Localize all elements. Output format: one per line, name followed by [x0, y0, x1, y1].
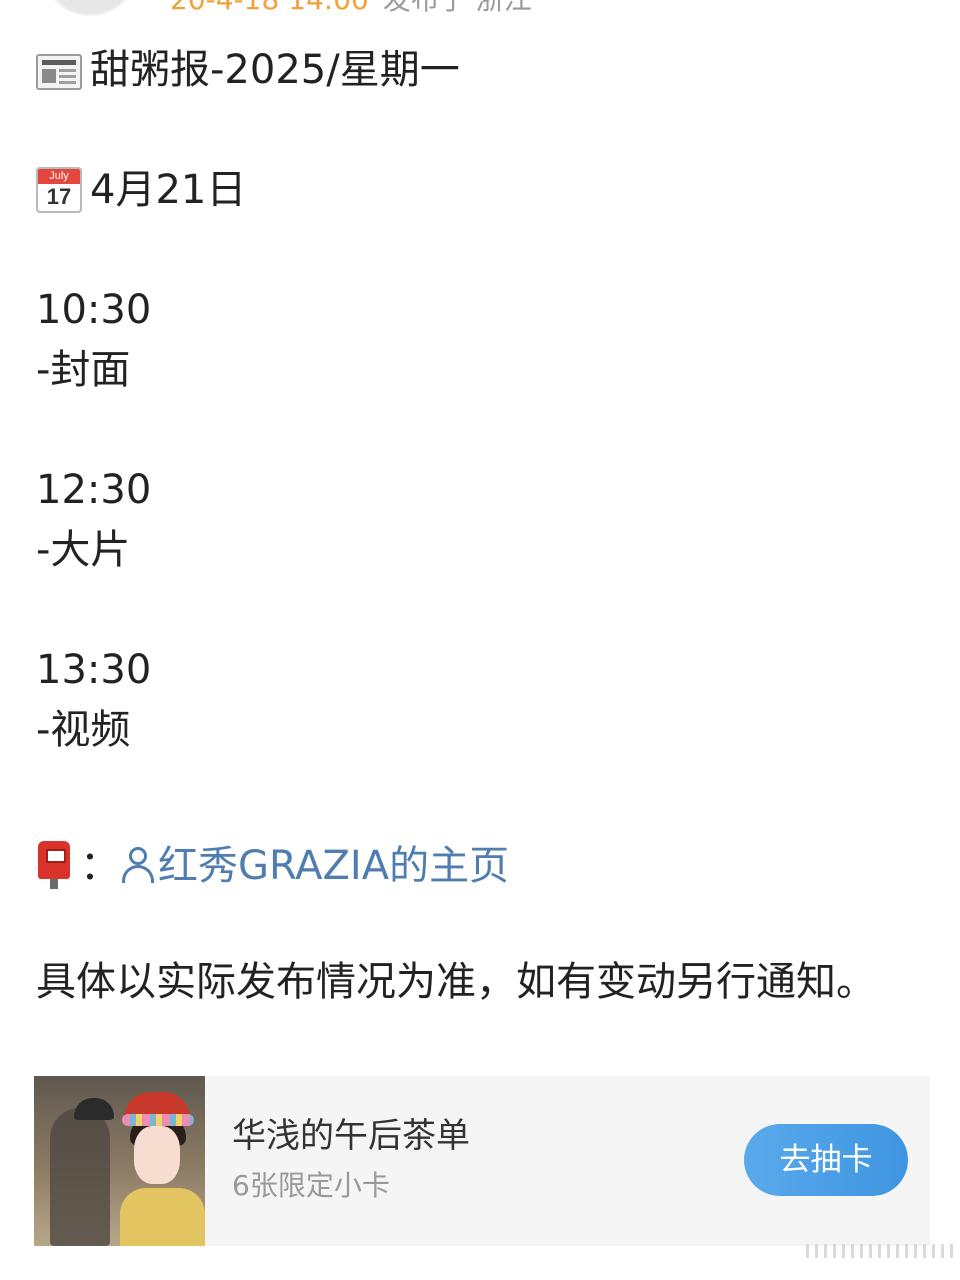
calendar-month: July [38, 169, 80, 184]
avatar[interactable] [48, 0, 132, 16]
card-title: 华浅的午后茶单 [232, 1116, 470, 1156]
homepage-link-text: 红秀GRAZIA的主页 [158, 843, 510, 889]
post-time: 20-4-18 14:00 [170, 0, 369, 16]
notice-text: 具体以实际发布情况为准，如有变动另行通知。 [36, 959, 876, 1005]
schedule-time: 12:30 [36, 467, 152, 513]
mail-colon: ： [80, 843, 120, 889]
user-icon [120, 845, 156, 885]
post-body: 甜粥报-2025/星期一 July 17 4月21日 10:30 -封面 12:… [36, 40, 926, 1012]
schedule-label: -大片 [36, 527, 131, 573]
schedule-label: -视频 [36, 707, 131, 753]
card-promo[interactable]: 华浅的午后茶单 6张限定小卡 去抽卡 [34, 1076, 930, 1246]
post-title: 甜粥报-2025/星期一 [90, 47, 460, 93]
post-title-line: 甜粥报-2025/星期一 [36, 40, 926, 100]
newspaper-icon [36, 54, 82, 90]
post-meta: 20-4-18 14:00 发布于 浙江 [170, 0, 532, 16]
draw-card-button[interactable]: 去抽卡 [744, 1124, 908, 1196]
post-source: 发布于 浙江 [383, 0, 532, 16]
post-header: 20-4-18 14:00 发布于 浙江 [0, 0, 960, 20]
homepage-link[interactable]: 红秀GRAZIA的主页 [120, 843, 509, 889]
schedule-time: 13:30 [36, 647, 152, 693]
calendar-day: 17 [46, 184, 72, 209]
homepage-line: ： 红秀GRAZIA的主页 [36, 836, 926, 896]
watermark [806, 1244, 956, 1258]
schedule-label: -封面 [36, 347, 131, 393]
schedule-time: 10:30 [36, 287, 152, 333]
post-date: 4月21日 [90, 167, 247, 213]
mailbox-icon [36, 841, 72, 889]
card-subtitle: 6张限定小卡 [232, 1169, 390, 1202]
calendar-icon: July 17 [36, 167, 82, 213]
date-line: July 17 4月21日 [36, 160, 926, 220]
card-thumbnail [34, 1076, 205, 1246]
